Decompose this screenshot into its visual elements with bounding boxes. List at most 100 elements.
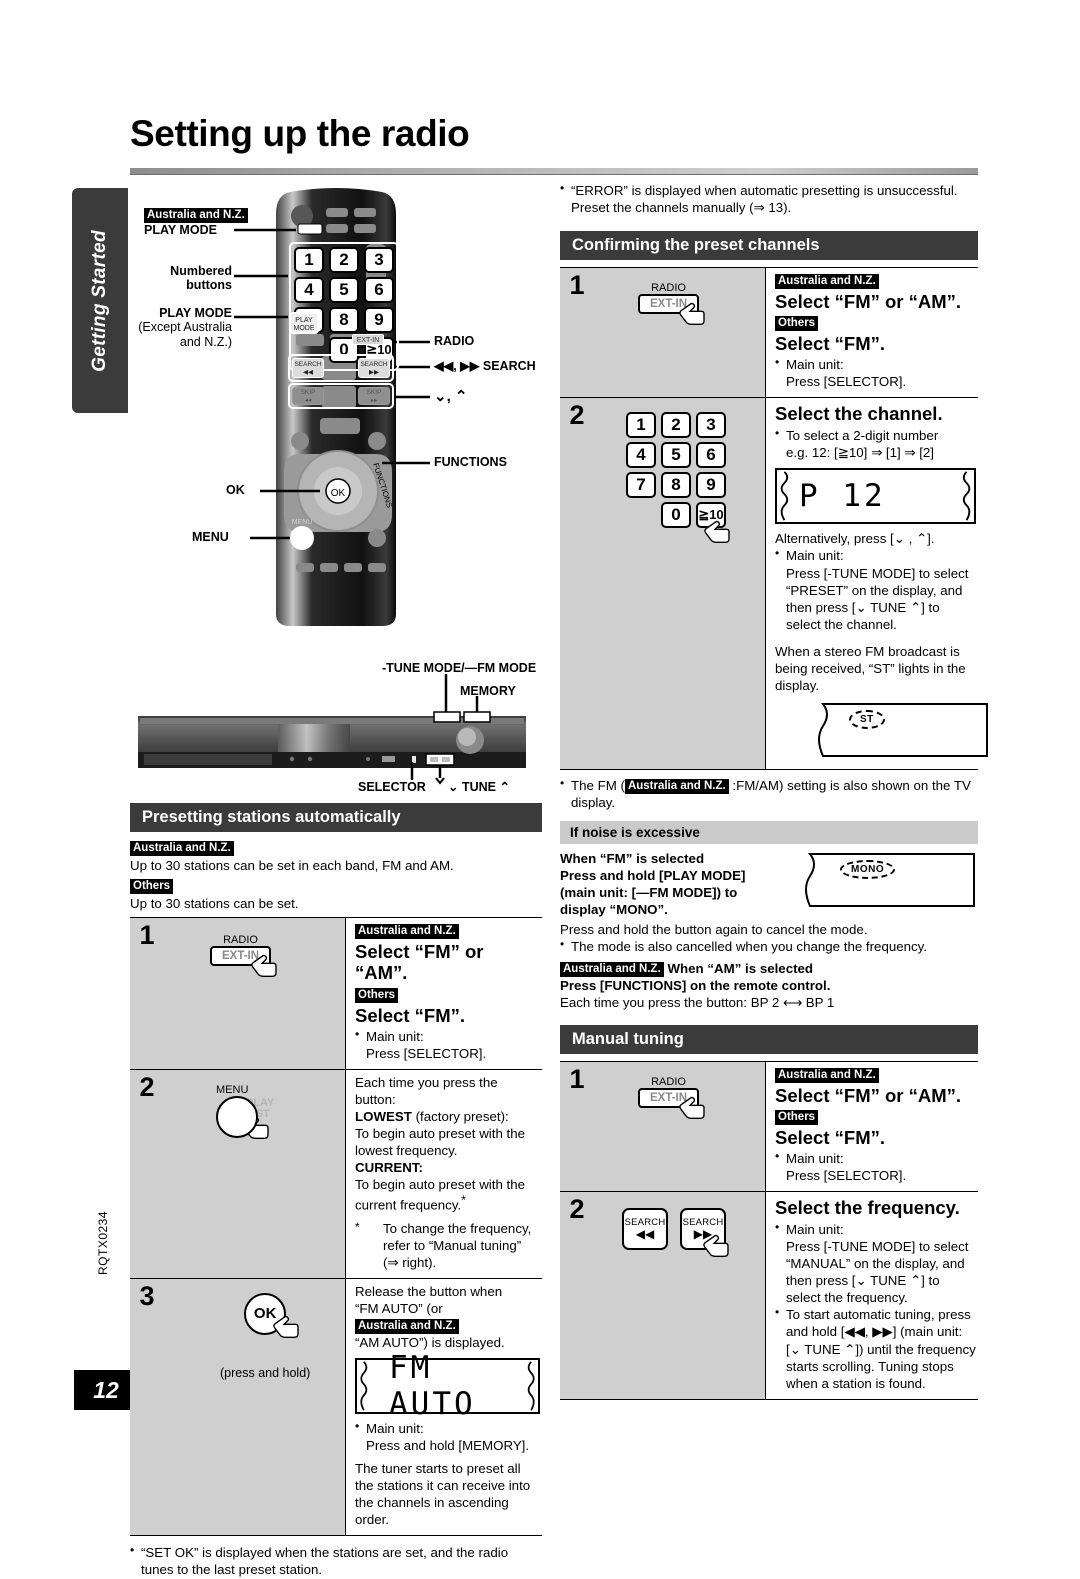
search-back-arrow: ◀◀ xyxy=(635,1227,655,1242)
label-ok: OK xyxy=(226,483,245,497)
display-mono-indicator: MONO xyxy=(798,850,978,912)
noise-cancel-bullet: The mode is also cancelled when you chan… xyxy=(560,937,978,955)
preset-step-3: 3 OK (press and hold) Release the button… xyxy=(130,1278,542,1537)
region-tag-anz: Australia and N.Z. xyxy=(624,778,729,794)
label-tune-mode-fm-mode: -TUNE MODE/—FM MODE xyxy=(382,661,537,675)
remote-skip-fwd-key: SKIP ▸▸ xyxy=(358,387,390,405)
step-headline-others: Select “FM”. xyxy=(355,1004,465,1026)
step-figure: 123 456 789 0 ≧10 xyxy=(594,398,766,769)
label-tune: ⌄ TUNE ⌃ xyxy=(448,780,510,794)
svg-text:MENU: MENU xyxy=(292,519,313,526)
noise-fm-l4: display “MONO”. xyxy=(560,902,668,918)
region-tag-others-preset: Others xyxy=(130,879,174,895)
manual-page: Getting Started Setting up the radio 12 … xyxy=(0,0,1080,1577)
key-8: 8 xyxy=(661,472,691,499)
current-desc: To begin auto preset with the current fr… xyxy=(355,1177,526,1213)
step-text: Each time you press the button: LOWEST (… xyxy=(346,1070,542,1278)
label-numbered-buttons: Numbered buttons xyxy=(170,264,232,293)
remote-search-fwd-key: SEARCH ▶▶ xyxy=(358,358,390,378)
label-menu: MENU xyxy=(192,530,229,544)
pointing-hand-icon xyxy=(248,952,278,978)
noise-fm-l2: Press and hold [PLAY MODE] xyxy=(560,868,746,884)
radio-label: RADIO xyxy=(223,934,258,947)
display-text: P 12 xyxy=(799,478,886,515)
display-st-indicator: ST xyxy=(775,702,988,762)
key-6: 6 xyxy=(696,442,726,469)
confirm-step-2: 2 123 456 789 0 ≧10 Select the channel. … xyxy=(560,398,988,770)
label-functions: FUNCTIONS xyxy=(434,455,507,469)
key-3: 3 xyxy=(364,247,394,273)
display-fm-auto: FM AUTO xyxy=(355,1350,540,1422)
stereo-note: When a stereo FM broadcast is being rece… xyxy=(775,643,966,693)
label-play-mode-anz: Australia and N.Z. PLAY MODE xyxy=(144,208,248,237)
two-digit-note: To select a 2-digit number e.g. 12: [≧10… xyxy=(775,426,976,462)
key-1: 1 xyxy=(294,247,324,273)
lowest-label: LOWEST xyxy=(355,1109,412,1125)
error-note: “ERROR” is displayed when automatic pres… xyxy=(560,181,978,217)
page-title: Setting up the radio xyxy=(130,113,470,154)
step-headline-anz: Select “FM” or “AM”. xyxy=(775,1084,962,1106)
key-5: 5 xyxy=(661,442,691,469)
region-tag-anz-preset: Australia and N.Z. xyxy=(130,841,234,856)
note-press: Press and hold [MEMORY]. xyxy=(366,1438,530,1454)
title-divider xyxy=(130,168,978,175)
noise-fm-l3: (main unit: [—FM MODE]) to xyxy=(560,885,738,901)
step-headline-others: Select “FM”. xyxy=(775,332,885,354)
step3-line2: “FM AUTO” (or Australia and N.Z. xyxy=(355,1300,540,1334)
remote-play-mode-key: PLAY MODE xyxy=(289,312,319,334)
radio-label: RADIO xyxy=(651,1075,686,1088)
note-press: Press [SELECTOR]. xyxy=(786,374,907,390)
display-preset-number: P 12 xyxy=(775,468,976,525)
step-text: Release the button when “FM AUTO” (or Au… xyxy=(346,1279,542,1535)
current-label: CURRENT: xyxy=(355,1160,423,1176)
confirm-steps: 1 RADIO EXT-IN Australia and N.Z. Select… xyxy=(560,266,988,770)
step-headline-anz: Select “FM” or “AM”. xyxy=(775,290,962,312)
step-figure: RADIO EXT-IN xyxy=(164,918,346,1070)
step-figure: RADIO EXT-IN xyxy=(594,1061,766,1192)
left-column: OK FUNCTIONS MENU 1 2 3 4 5 6 8 9 0 ≧10 … xyxy=(130,186,542,1579)
label-up-down: ⌄, ⌃ xyxy=(434,388,468,405)
step-number: 1 xyxy=(560,267,594,398)
preset-intro-anz: Up to 30 stations can be set in each ban… xyxy=(130,858,454,873)
step-text: Australia and N.Z. Select “FM” or “AM”. … xyxy=(766,1062,978,1192)
step-headline-anz: Select “FM” or “AM”. xyxy=(355,941,484,984)
key-4: 4 xyxy=(294,277,324,303)
note-press: Press [-TUNE MODE] to select “MANUAL” on… xyxy=(786,1238,969,1306)
note-main-unit: Main unit: xyxy=(775,355,976,373)
lowest-desc: To begin auto preset with the lowest fre… xyxy=(355,1126,526,1159)
step-headline: Select the frequency. xyxy=(775,1197,960,1219)
pointing-hand-icon xyxy=(676,300,706,326)
section-tab-getting-started: Getting Started xyxy=(72,188,128,413)
section-header-manual-tuning: Manual tuning xyxy=(560,1024,978,1054)
preset-step-1: 1 RADIO EXT-IN Australia and N.Z. Select… xyxy=(130,918,542,1071)
document-code: RQTX0234 xyxy=(96,1210,110,1275)
search-back-button: SEARCH ◀◀ xyxy=(622,1208,668,1251)
label-memory: MEMORY xyxy=(460,684,516,698)
preset-steps: 1 RADIO EXT-IN Australia and N.Z. Select… xyxy=(130,917,542,1537)
step3-line3: “AM AUTO”) is displayed. xyxy=(355,1334,505,1350)
step-figure: OK (press and hold) xyxy=(164,1278,346,1536)
step2-line1: Each time you press the button: xyxy=(355,1075,498,1108)
region-tag-others: Others xyxy=(355,987,399,1003)
pointing-hand-icon xyxy=(701,518,731,544)
preset-footer-note: “SET OK” is displayed when the stations … xyxy=(130,1543,542,1579)
step-text: Select the frequency. Main unit: Press [… xyxy=(766,1192,978,1399)
key-1: 1 xyxy=(626,412,656,439)
manual-step-1: 1 RADIO EXT-IN Australia and N.Z. Select… xyxy=(560,1061,978,1193)
step-number: 2 xyxy=(560,398,594,769)
pointing-hand-icon xyxy=(270,1313,300,1339)
region-tag-anz: Australia and N.Z. xyxy=(775,273,879,289)
note-press: Press [SELECTOR]. xyxy=(366,1046,487,1062)
remote-control-figure: OK FUNCTIONS MENU 1 2 3 4 5 6 8 9 0 ≧10 … xyxy=(130,186,542,628)
page-number: 12 xyxy=(74,1370,138,1410)
step-figure: MENU PLAYLIST xyxy=(164,1070,346,1278)
noise-cancel-line: Press and hold the button again to cance… xyxy=(560,922,868,938)
step-text: Australia and N.Z. Select “FM” or “AM”. … xyxy=(346,918,542,1069)
key-9: 9 xyxy=(696,472,726,499)
remote-keypad: 123 456 789 0≧10 xyxy=(289,242,399,371)
step-text: Australia and N.Z. Select “FM” or “AM”. … xyxy=(766,268,978,398)
step-figure: RADIO EXT-IN xyxy=(594,267,766,398)
region-tag-anz: Australia and N.Z. xyxy=(355,1318,459,1334)
step-number: 2 xyxy=(130,1070,164,1278)
alternative-note: Alternatively, press [⌄ , ⌃]. xyxy=(775,531,935,547)
